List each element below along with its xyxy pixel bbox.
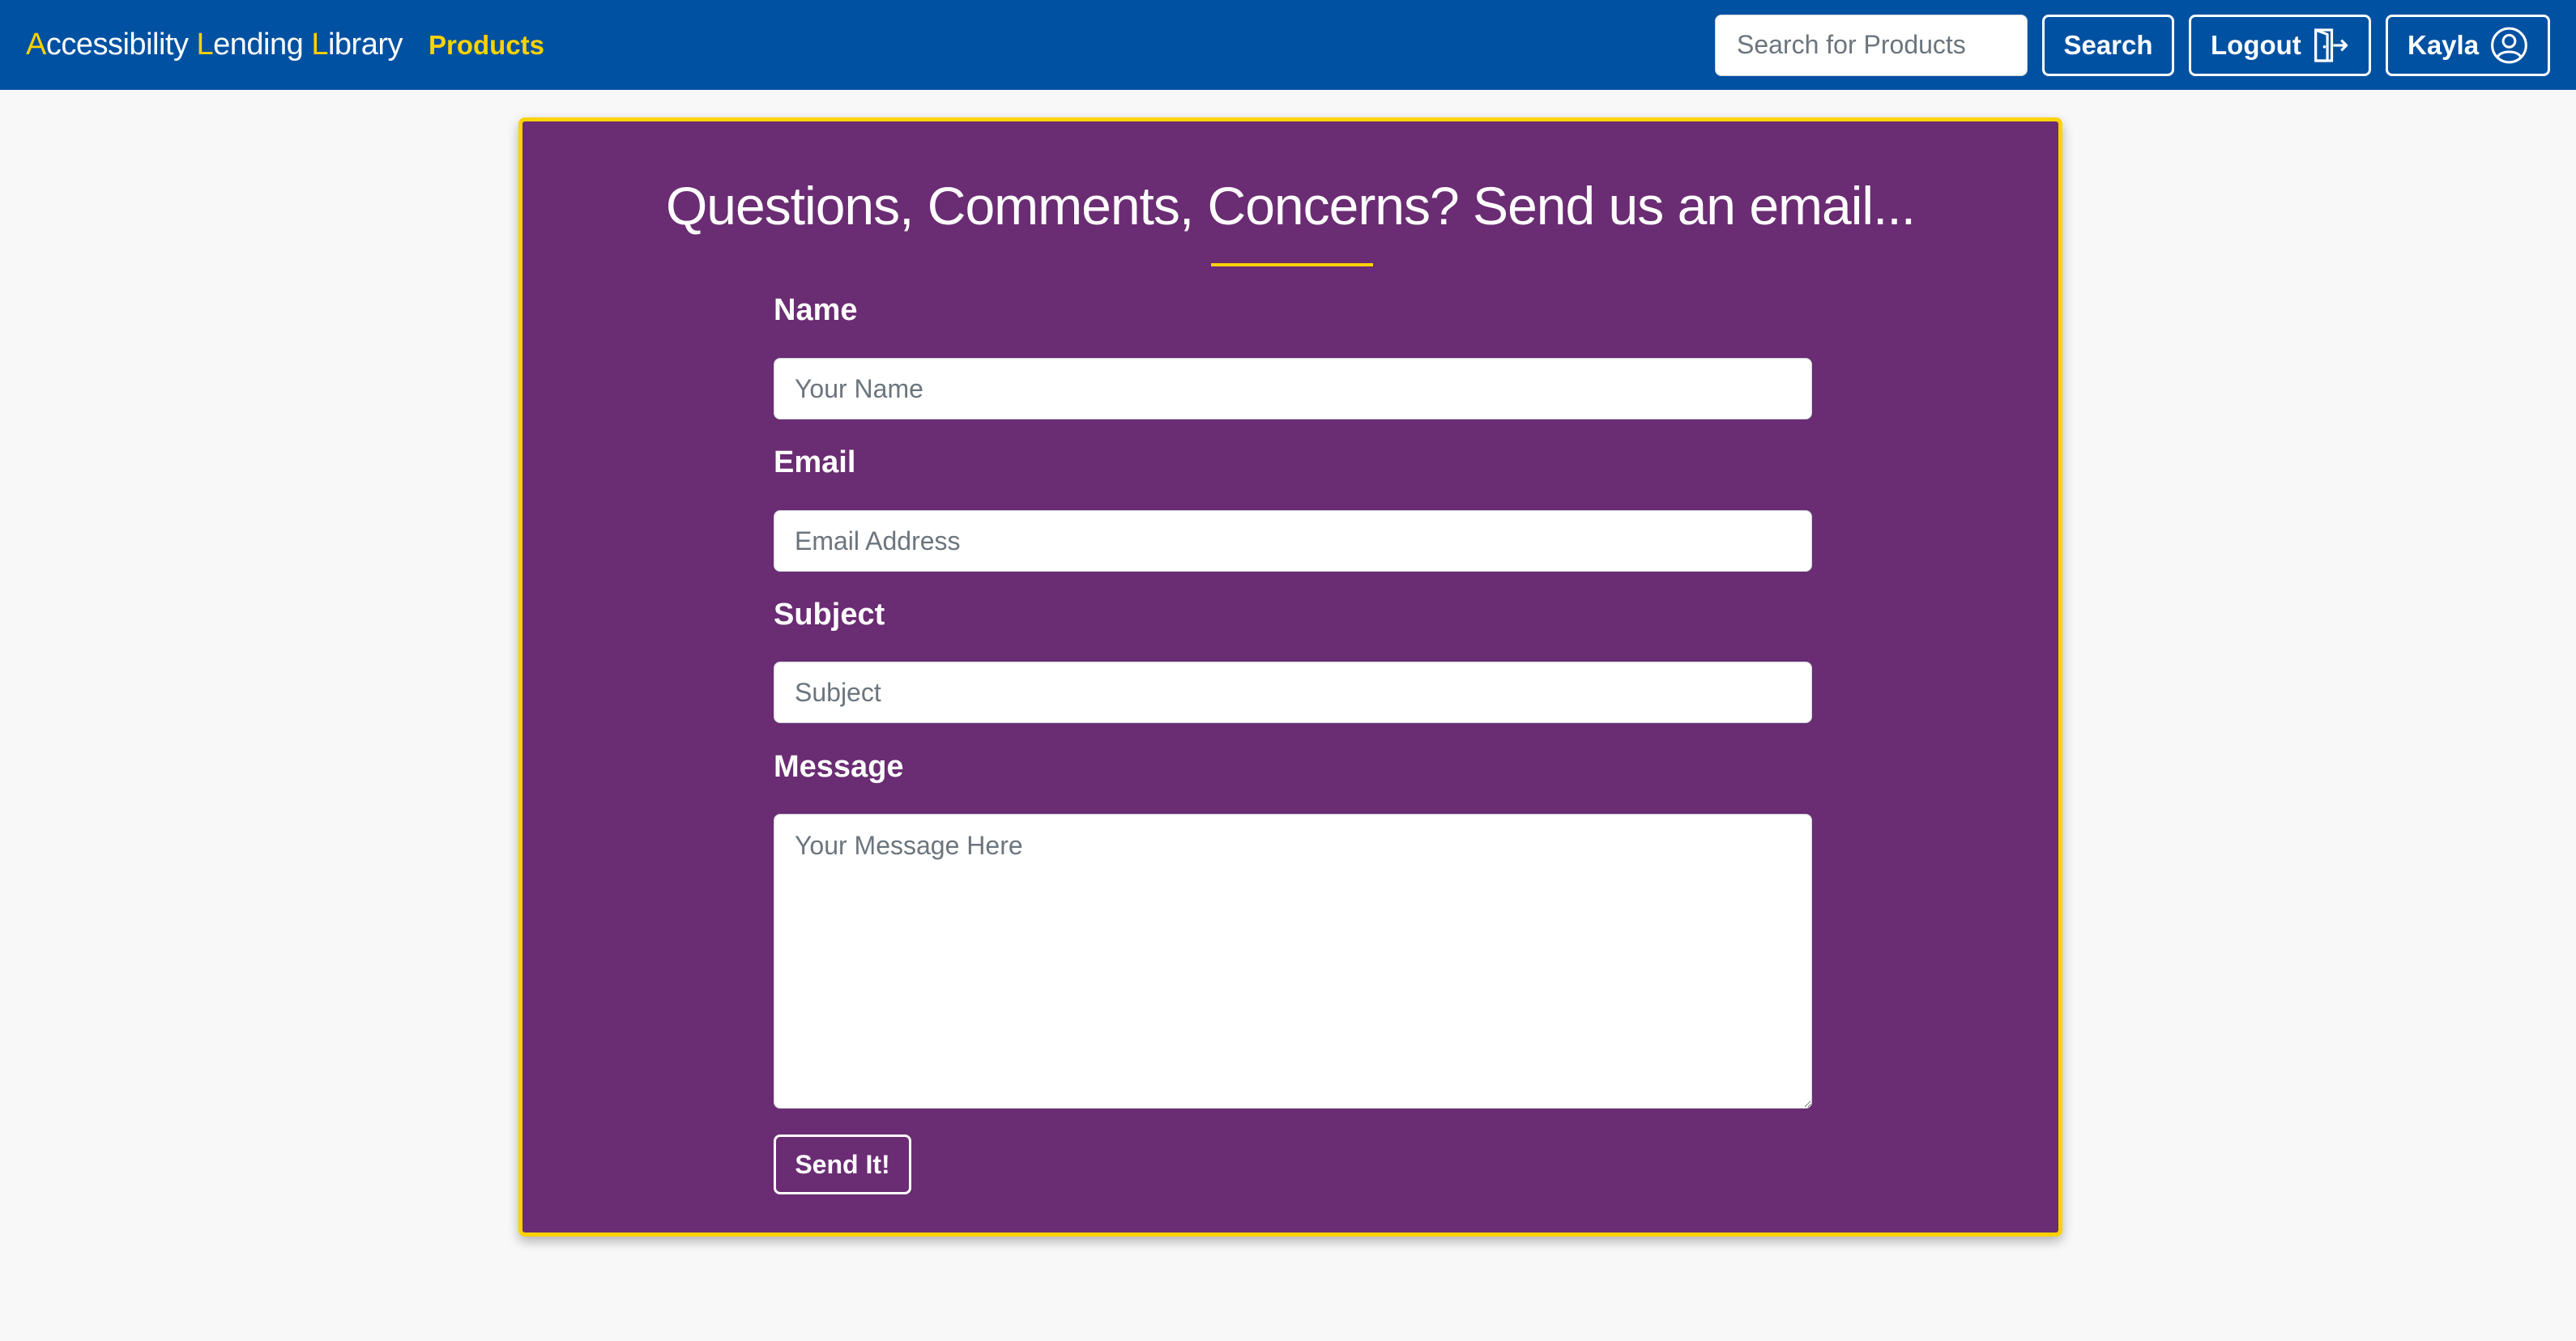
name-field[interactable] [774, 358, 1812, 419]
logout-button-label: Logout [2211, 29, 2301, 60]
brand-initial-a: A [26, 28, 46, 62]
logout-button[interactable]: Logout [2189, 14, 2371, 76]
message-textarea[interactable] [774, 814, 1812, 1109]
nav-link-products[interactable]: Products [429, 30, 544, 61]
brand-word-accessibility: ccessibility [45, 28, 197, 62]
brand-initial-l-2: L [311, 28, 328, 62]
search-button-label: Search [2063, 29, 2153, 60]
subject-field[interactable] [774, 662, 1812, 723]
email-field[interactable] [774, 510, 1812, 572]
top-navbar: Accessibility Lending Library Products S… [0, 0, 2576, 90]
door-exit-icon [2314, 28, 2348, 62]
user-menu-button[interactable]: Kayla [2386, 14, 2550, 76]
search-input[interactable] [1715, 14, 2028, 76]
navbar-actions: Search Logout Kayla [1715, 14, 2550, 76]
brand-word-lending: ending [213, 28, 312, 62]
page-title: Questions, Comments, Concerns? Send us a… [665, 176, 1916, 236]
search-button[interactable]: Search [2042, 14, 2174, 76]
message-label: Message [774, 750, 904, 784]
send-button[interactable]: Send It! [774, 1135, 911, 1194]
title-underline-divider [1211, 263, 1373, 266]
user-circle-icon [2491, 27, 2527, 63]
brand-logo-link[interactable]: Accessibility Lending Library [26, 28, 403, 62]
contact-form-card: Questions, Comments, Concerns? Send us a… [518, 117, 2062, 1237]
subject-label: Subject [774, 598, 885, 632]
brand-initial-l: L [196, 28, 214, 62]
user-menu-label: Kayla [2408, 29, 2480, 60]
email-label: Email [774, 445, 856, 479]
name-label: Name [774, 293, 858, 327]
brand-word-library: ibrary [327, 28, 403, 62]
